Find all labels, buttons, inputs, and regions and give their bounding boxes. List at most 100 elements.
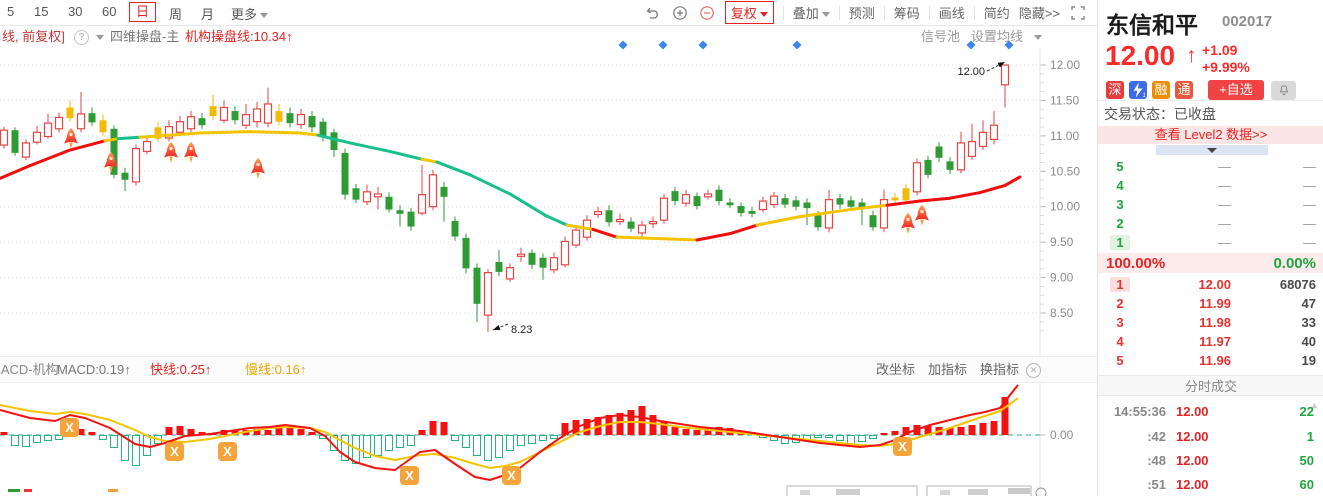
add-indicator-button[interactable]: 加指标 [928, 357, 967, 382]
sell-ratio: 0.00% [1273, 254, 1316, 272]
institution-ma-line [0, 130, 1022, 242]
price-annotations: 12.00 8.23 [492, 61, 1006, 336]
indicator-header: MACD-机构 MACD:0.19↑ 快线:0.25↑ 慢线:0.16↑ 改坐标… [0, 356, 1097, 383]
chips-button[interactable]: 筹码 [894, 3, 920, 22]
svg-text:11.50: 11.50 [1050, 93, 1079, 107]
bid-volume: 19 [1301, 353, 1316, 368]
svg-text:10.50: 10.50 [1050, 164, 1080, 178]
add-watchlist-button[interactable]: +自选 [1208, 80, 1264, 100]
change-coordinate-button[interactable]: 改坐标 [876, 357, 915, 382]
alert-bell-icon[interactable] [1271, 81, 1296, 100]
ask-volume: — [1303, 178, 1316, 193]
trade-time: :51 [1147, 476, 1166, 492]
level2-banner[interactable]: 查看 Level2 数据>> [1098, 126, 1323, 144]
badge-bolt-number: 1 [1143, 93, 1147, 99]
bid-volume: 40 [1301, 334, 1316, 349]
zoom-in-icon[interactable] [671, 4, 689, 22]
badge-shenzhen: 深 [1106, 81, 1124, 99]
ask-volume: — [1303, 197, 1316, 212]
ask-level: 2 [1116, 216, 1124, 231]
bid-row-1: 1 12.00 68076 [1098, 275, 1323, 294]
svg-text:X: X [405, 468, 414, 483]
trade-time: :42 [1147, 428, 1166, 444]
strategy-mode-label: 四维操盘-主 [110, 29, 180, 44]
period-tab-60[interactable]: 60 [102, 4, 116, 19]
ma-settings-button[interactable]: 设置均线 [971, 25, 1023, 49]
orderbook-collapse-handle[interactable] [1156, 145, 1268, 155]
indicator-name: MACD-机构 [0, 362, 59, 377]
trade-row: :48 12.00 50 [1098, 448, 1323, 472]
badge-lightning-icon[interactable]: 1 [1129, 81, 1147, 99]
bid-volume: 47 [1301, 296, 1316, 311]
institution-line-value: 机构操盘线:10.34↑ [185, 29, 293, 44]
toolbar-divider [782, 5, 784, 20]
last-price: 12.00 [1105, 40, 1176, 71]
institution-x-badge: X [502, 466, 521, 485]
stock-name: 东信和平 [1106, 12, 1198, 38]
ask-volume: — [1303, 159, 1316, 174]
badge-margin: 融 [1152, 81, 1170, 99]
svg-text:X: X [65, 420, 74, 435]
bid-volume: 68076 [1279, 277, 1316, 292]
chart-header: 线, 前复权] ? 四维操盘-主 机构操盘线:10.34↑ 信号池 设置均线 [0, 25, 1097, 49]
adjust-price-button[interactable]: 复权 [724, 1, 774, 24]
buy-sell-ratio-bar: 100.00% 0.00% [1098, 253, 1323, 273]
ask-price: — [1218, 197, 1231, 212]
macd-panel: 0.00 X X X X X X [0, 384, 1074, 485]
ask-row-1: 1 — — [1098, 233, 1323, 252]
ask-level: 3 [1116, 197, 1124, 212]
svg-text:9.00: 9.00 [1050, 271, 1074, 285]
simple-mode-button[interactable]: 简约 [984, 3, 1010, 22]
trade-row: :42 12.00 1 [1098, 424, 1323, 448]
bid-row-2: 2 11.99 47 [1098, 294, 1323, 313]
svg-text:8.50: 8.50 [1050, 306, 1074, 320]
zoom-out-icon[interactable] [698, 4, 716, 22]
period-tab-month[interactable]: 月 [201, 4, 214, 23]
trading-status: 交易状态：已收盘 [1104, 106, 1216, 122]
main-chart-canvas[interactable]: 12.00 11.50 11.00 10.50 10.00 9.50 9.00 8.50 12.… [0, 0, 1097, 496]
period-tab-day[interactable]: 日 [129, 2, 157, 22]
badge-connect: 通 [1175, 81, 1193, 99]
price-up-arrow-icon: ↑ [1186, 44, 1197, 67]
bid-row-4: 4 11.97 40 [1098, 332, 1323, 351]
price-change-percent: +9.99% [1202, 59, 1250, 75]
bid-volume: 33 [1301, 315, 1316, 330]
bid-level: 5 [1116, 353, 1124, 368]
toolbar-divider [973, 5, 975, 20]
switch-indicator-button[interactable]: 换指标 [980, 357, 1019, 382]
period-tab-5[interactable]: 5 [7, 4, 14, 19]
period-tab-week[interactable]: 周 [169, 4, 182, 23]
undo-icon[interactable] [644, 4, 662, 22]
bid-price: 11.99 [1199, 296, 1231, 311]
overlay-button[interactable]: 叠加 [793, 3, 830, 22]
svg-text:10.00: 10.00 [1050, 200, 1080, 214]
chevron-down-icon[interactable] [1034, 35, 1042, 40]
period-tab-30[interactable]: 30 [68, 4, 82, 19]
forecast-button[interactable]: 预测 [849, 3, 875, 22]
chevron-down-icon[interactable] [96, 35, 104, 40]
period-tab-15[interactable]: 15 [34, 4, 48, 19]
rocket-icon [901, 213, 915, 234]
trade-row: 14:55:36 12.00 22 [1098, 399, 1323, 423]
institution-x-badge: X [893, 437, 912, 456]
period-more-label: 更多 [231, 7, 258, 22]
signal-pool-button[interactable]: 信号池 [921, 25, 960, 49]
draw-line-button[interactable]: 画线 [939, 3, 965, 22]
trade-price: 12.00 [1176, 403, 1209, 419]
trade-time: 14:55:36 [1113, 403, 1166, 419]
institution-x-badge: X [218, 442, 237, 461]
period-more-menu[interactable]: 更多 [231, 4, 269, 23]
kline-tag-truncated: 线, 前复权] [2, 29, 65, 44]
help-icon[interactable]: ? [74, 30, 89, 45]
bid-level: 4 [1116, 334, 1124, 349]
trade-volume: 50 [1299, 452, 1314, 468]
overlay-label: 叠加 [792, 6, 819, 21]
svg-text:X: X [898, 439, 907, 454]
trade-price: 12.00 [1176, 428, 1209, 444]
hide-button[interactable]: 隐藏>> [1019, 3, 1060, 22]
ask-price: — [1218, 235, 1231, 250]
collapse-arrow-icon [1207, 147, 1217, 153]
fullscreen-icon[interactable] [1069, 4, 1087, 22]
close-indicator-icon[interactable]: ✕ [1026, 363, 1041, 378]
price-change: +1.09 [1202, 42, 1238, 58]
